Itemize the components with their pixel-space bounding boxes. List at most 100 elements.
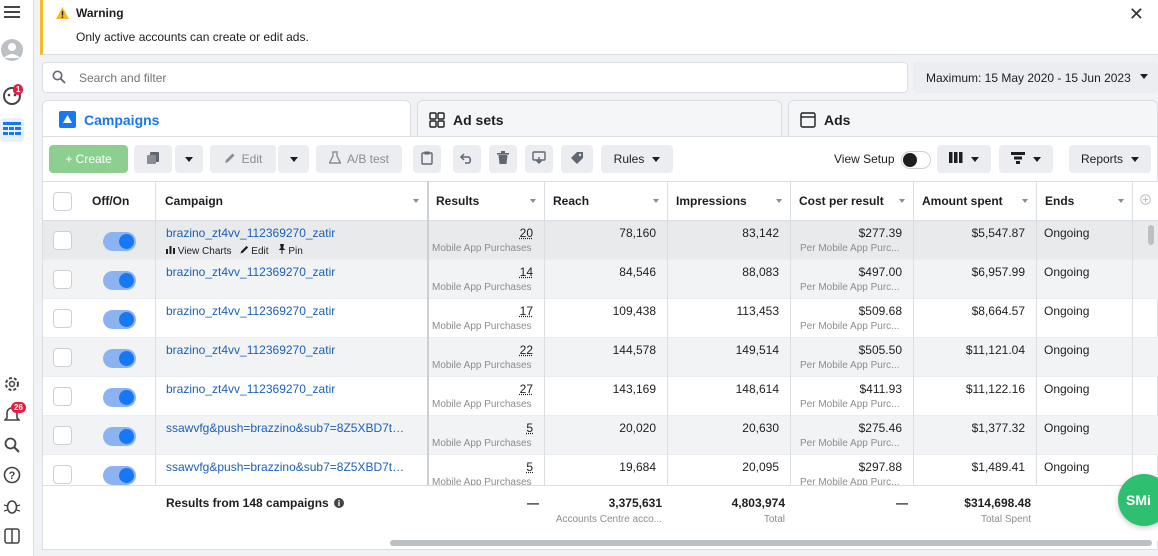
info-icon[interactable] — [334, 497, 344, 511]
campaign-name-link[interactable]: brazino_zt4vv_112369270_zatir — [166, 304, 411, 318]
results-value[interactable]: 17 — [427, 304, 533, 318]
results-value[interactable]: 14 — [427, 265, 533, 279]
reports-button[interactable]: Reports — [1069, 145, 1151, 173]
col-amount-spent[interactable]: Amount spent — [913, 181, 1036, 221]
row-checkbox[interactable] — [53, 387, 72, 406]
campaign-name-link[interactable]: ssawvfg&push=brazzino&sub7=8Z5XBD7t&s... — [166, 421, 411, 435]
chevron-down-icon — [1131, 157, 1139, 162]
bug-icon[interactable] — [0, 494, 24, 518]
results-value[interactable]: 22 — [427, 343, 533, 357]
close-icon[interactable]: ✕ — [1129, 4, 1144, 25]
search-input[interactable] — [79, 68, 879, 88]
ads-manager-icon[interactable] — [0, 118, 24, 142]
pin-action[interactable]: Pin — [277, 244, 303, 257]
undo-button[interactable] — [453, 145, 481, 173]
toolbar: + Create Edit A/B test Rules View Setup … — [43, 137, 1158, 181]
campaign-toggle[interactable] — [103, 388, 136, 407]
results-value[interactable]: 20 — [427, 226, 533, 240]
campaign-name-link[interactable]: ssawvfg&push=brazzino&sub7=8Z5XBD7t&s... — [166, 460, 411, 474]
campaign-toggle[interactable] — [103, 310, 136, 329]
date-range-picker[interactable]: Maximum: 15 May 2020 - 15 Jun 2023 — [913, 62, 1158, 93]
edit-dropdown[interactable] — [278, 145, 309, 173]
col-ends[interactable]: Ends — [1036, 181, 1132, 221]
select-all-checkbox[interactable] — [53, 192, 72, 211]
campaign-toggle[interactable] — [103, 466, 136, 485]
notifications-icon[interactable]: 1 — [0, 84, 24, 108]
table-row[interactable]: brazino_zt4vv_112369270_zatir 14 Mobile Ap… — [43, 260, 1158, 299]
undo-icon — [460, 152, 474, 167]
help-icon[interactable]: ? — [0, 463, 24, 487]
campaign-toggle[interactable] — [103, 271, 136, 290]
menu-icon[interactable] — [0, 0, 24, 24]
campaign-toggle[interactable] — [103, 427, 136, 446]
vertical-scrollbar[interactable] — [1148, 225, 1154, 245]
avatar[interactable] — [0, 38, 24, 62]
campaign-name-link[interactable]: brazino_zt4vv_112369270_zatir — [166, 226, 411, 240]
tab-ads[interactable]: Ads — [788, 100, 1158, 138]
alerts-icon[interactable]: 26 — [0, 402, 24, 426]
col-off-on[interactable]: Off/On — [83, 181, 156, 221]
add-column-button[interactable] — [1132, 181, 1158, 221]
edit-button[interactable]: Edit — [210, 145, 276, 173]
col-reach[interactable]: Reach — [544, 181, 667, 221]
cost-sub: Per Mobile App Purc... — [800, 243, 910, 254]
col-impressions[interactable]: Impressions — [667, 181, 790, 221]
table-row[interactable]: brazino_zt4vv_112369270_zatir 27 Mobile Ap… — [43, 377, 1158, 416]
horizontal-scrollbar[interactable] — [390, 540, 1152, 546]
campaign-name-link[interactable]: brazino_zt4vv_112369270_zatir — [166, 343, 411, 357]
col-cost-per-result[interactable]: Cost per result — [790, 181, 913, 221]
create-button[interactable]: + Create — [49, 145, 128, 173]
rules-button[interactable]: Rules — [601, 145, 673, 173]
reach-value: 19,684 — [544, 460, 656, 474]
clipboard-button[interactable] — [413, 145, 441, 173]
table-row[interactable]: brazino_zt4vv_112369270_zatir View Chart… — [43, 221, 1158, 260]
duplicate-dropdown[interactable] — [175, 145, 203, 173]
table-row[interactable]: ssawvfg&push=brazzino&sub7=8Z5XBD7t&s...… — [43, 416, 1158, 455]
sort-icon — [413, 199, 419, 203]
campaign-name-link[interactable]: brazino_zt4vv_112369270_zatir — [166, 382, 411, 396]
campaign-toggle[interactable] — [103, 232, 136, 251]
tag-button[interactable] — [561, 145, 593, 173]
ab-test-button[interactable]: A/B test — [316, 145, 402, 173]
panel-toggle-icon[interactable] — [0, 524, 24, 548]
duplicate-button[interactable] — [134, 145, 172, 173]
row-checkbox[interactable] — [53, 465, 72, 484]
col-results[interactable]: Results — [427, 181, 544, 221]
chevron-down-icon — [652, 157, 660, 162]
cost-value: $411.93 — [790, 382, 902, 396]
campaign-toggle[interactable] — [103, 349, 136, 368]
row-checkbox[interactable] — [53, 270, 72, 289]
row-checkbox[interactable] — [53, 309, 72, 328]
search-icon[interactable] — [0, 433, 24, 457]
view-charts-action[interactable]: View Charts — [166, 245, 232, 257]
row-checkbox[interactable] — [53, 231, 72, 250]
table-row[interactable]: brazino_zt4vv_112369270_zatir 17 Mobile Ap… — [43, 299, 1158, 338]
export-button[interactable] — [525, 145, 553, 173]
view-setup-toggle[interactable] — [901, 151, 931, 169]
tab-ad-sets[interactable]: Ad sets — [417, 100, 782, 138]
campaign-name-link[interactable]: brazino_zt4vv_112369270_zatir — [166, 265, 411, 279]
tab-campaigns[interactable]: Campaigns — [42, 100, 411, 138]
columns-button[interactable] — [937, 145, 991, 173]
settings-icon[interactable] — [0, 372, 24, 396]
edit-action[interactable]: Edit — [240, 245, 269, 257]
results-value[interactable]: 27 — [427, 382, 533, 396]
pin-label: Pin — [288, 246, 302, 257]
impressions-value: 83,142 — [667, 226, 779, 240]
reach-value: 144,578 — [544, 343, 656, 357]
pin-icon — [277, 246, 286, 257]
col-label: Campaign — [165, 194, 223, 208]
breakdown-button[interactable] — [999, 145, 1053, 173]
results-value[interactable]: 5 — [427, 421, 533, 435]
col-campaign[interactable]: Campaign — [156, 181, 427, 221]
row-checkbox[interactable] — [53, 426, 72, 445]
reach-value: 78,160 — [544, 226, 656, 240]
delete-button[interactable] — [489, 145, 517, 173]
row-checkbox[interactable] — [53, 348, 72, 367]
bar-chart-icon — [166, 246, 175, 257]
ads-icon — [800, 112, 816, 128]
totals-cost: — — [790, 496, 908, 510]
table-row[interactable]: brazino_zt4vv_112369270_zatir 22 Mobile Ap… — [43, 338, 1158, 377]
results-sub: Mobile App Purchases — [432, 243, 544, 254]
results-value[interactable]: 5 — [427, 460, 533, 474]
